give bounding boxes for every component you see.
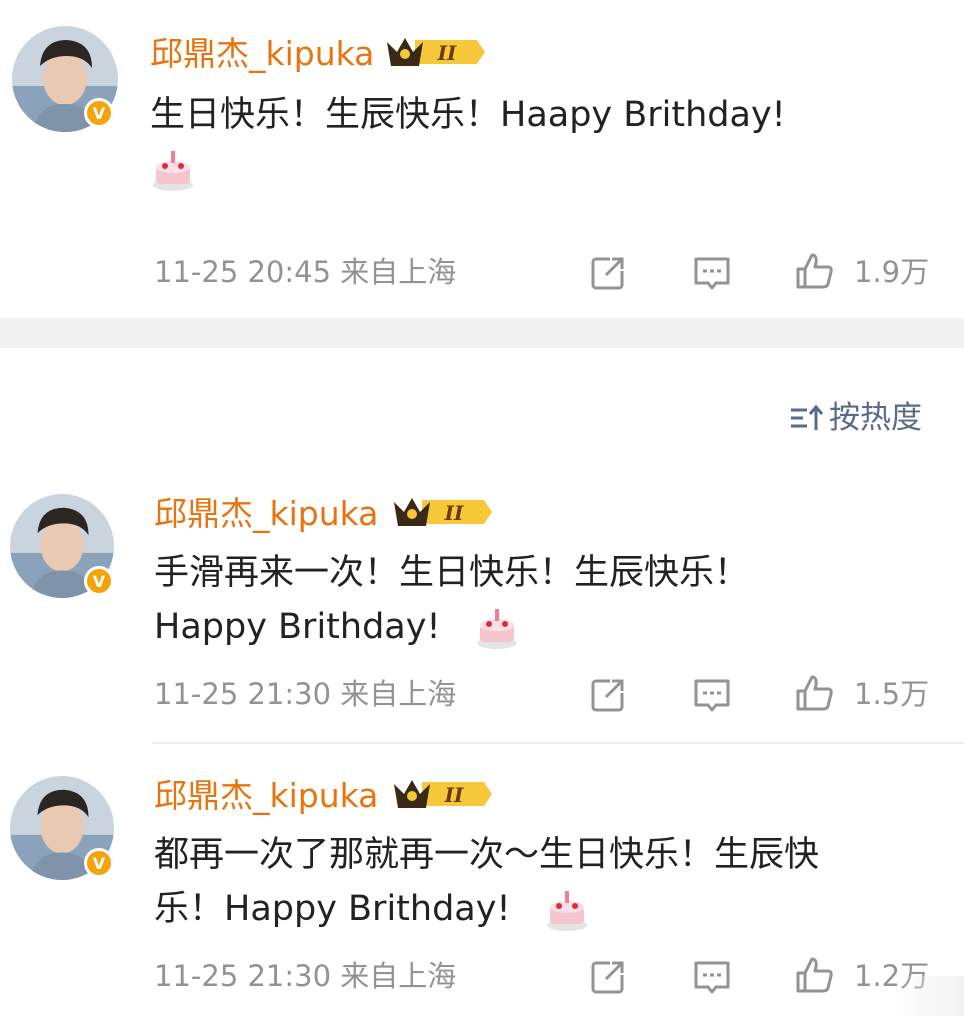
comment-meta: 11-25 21:30 来自上海 — [154, 676, 456, 712]
comment-text-line1: 都再一次了那就再一次～生日快乐！生辰快 — [154, 835, 820, 875]
comment-username[interactable]: 邱鼎杰_kipuka — [154, 776, 378, 816]
post-meta: 11-25 20:45 来自上海 — [154, 254, 456, 290]
sort-icon — [791, 404, 824, 430]
verified-badge-icon: V — [84, 566, 114, 596]
comment-text-line1: 手滑再来一次！生日快乐！生辰快乐！ — [154, 553, 750, 593]
cake-emoji — [546, 891, 587, 931]
comment-text: 都再一次了那就再一次～生日快乐！生辰快 乐！Happy Brithday! — [154, 828, 944, 936]
post-like-count: 1.9万 — [854, 255, 930, 289]
sort-label: 按热度 — [829, 400, 922, 436]
crown-level: II — [444, 783, 464, 807]
watermark — [894, 976, 964, 1016]
comment-text-line2: 乐！Happy Brithday! — [154, 889, 511, 929]
share-icon[interactable] — [588, 957, 628, 997]
sort-toggle[interactable]: 按热度 — [789, 398, 922, 438]
verified-mark: V — [92, 853, 106, 873]
section-divider — [0, 318, 964, 348]
weibo-post: V 邱鼎杰_kipuka II 生日快乐！生辰快乐！Haapy Brithday… — [0, 0, 964, 318]
verified-mark: V — [92, 103, 106, 123]
verified-badge-icon: V — [84, 848, 114, 878]
share-icon[interactable] — [588, 675, 628, 715]
comment-text-line2: Happy Brithday! — [154, 607, 441, 647]
verified-mark: V — [92, 571, 106, 591]
comment-source: 来自上海 — [340, 677, 457, 711]
cake-emoji — [153, 151, 193, 191]
post-username[interactable]: 邱鼎杰_kipuka — [150, 34, 374, 74]
comment-icon[interactable] — [692, 957, 732, 997]
post-text: 生日快乐！生辰快乐！Haapy Brithday! — [150, 88, 930, 196]
crown-level: II — [437, 41, 457, 65]
comment-time: 11-25 21:30 — [154, 677, 332, 711]
crown-level: II — [444, 501, 464, 525]
comment-separator — [152, 742, 964, 744]
comment-meta: 11-25 21:30 来自上海 — [154, 958, 456, 994]
share-icon[interactable] — [588, 253, 628, 293]
crown-icon[interactable]: II — [392, 492, 492, 532]
cake-emoji — [476, 609, 517, 649]
comment-source: 来自上海 — [340, 959, 457, 993]
crown-icon[interactable]: II — [385, 32, 485, 72]
like-icon[interactable] — [794, 251, 834, 291]
comment-username[interactable]: 邱鼎杰_kipuka — [154, 494, 378, 534]
post-text-line1: 生日快乐！生辰快乐！Haapy Brithday! — [150, 95, 786, 135]
comment-icon[interactable] — [692, 253, 732, 293]
post-time: 11-25 20:45 — [154, 255, 332, 289]
crown-icon[interactable]: II — [392, 774, 492, 814]
like-icon[interactable] — [794, 673, 834, 713]
verified-badge-icon: V — [84, 98, 114, 128]
like-icon[interactable] — [794, 955, 834, 995]
comment-icon[interactable] — [692, 675, 732, 715]
post-source: 来自上海 — [340, 255, 457, 289]
comment-like-count: 1.5万 — [854, 677, 930, 711]
comment-time: 11-25 21:30 — [154, 959, 332, 993]
comment-text: 手滑再来一次！生日快乐！生辰快乐！ Happy Brithday! — [154, 546, 944, 654]
